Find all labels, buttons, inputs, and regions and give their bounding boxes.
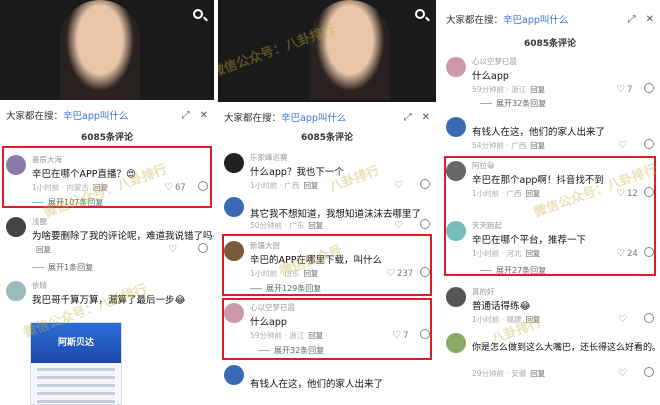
search-icon[interactable]	[192, 8, 208, 24]
comment-user[interactable]: 乐家峰巡赛	[250, 152, 288, 163]
heart-icon: ♡	[616, 84, 625, 95]
suggest-link[interactable]: 辛巴app叫什么	[63, 108, 128, 122]
avatar[interactable]	[6, 281, 26, 301]
screenshot-panel-3: 大家都在搜： 辛巴app叫什么 ⤢ ✕ 6085条评论 心以空梦已晨 什么app…	[440, 0, 660, 405]
comment-meta: 1小时前 · 福建 回复	[472, 315, 541, 324]
screenshot-panel-2: 微信公众号：八卦排行 大家都在搜： 辛巴app叫什么 ⤢ ✕ 6085条评论 乐…	[218, 0, 436, 405]
suggest-prefix: 大家都在搜：	[6, 111, 64, 122]
reply-button[interactable]: 回复	[308, 221, 323, 230]
suggest-link[interactable]: 辛巴app叫什么	[281, 110, 346, 124]
heart-icon: ♡	[168, 244, 177, 255]
highlight-box	[444, 156, 656, 276]
dislike-icon[interactable]	[644, 139, 654, 149]
comment-text: 为啥要删除了我的评论呢，难道我说错了吗😂	[32, 231, 214, 242]
reply-button[interactable]: 回复	[530, 85, 545, 94]
close-icon[interactable]: ✕	[200, 110, 208, 121]
streamer-image	[310, 0, 390, 100]
highlight-box	[222, 234, 432, 296]
search-suggestion-bar[interactable]: 大家都在搜： 辛巴app叫什么 ⤢ ✕	[0, 104, 214, 126]
heart-icon: ♡	[618, 140, 627, 151]
comment-text: 什么app？我也下一个	[250, 167, 344, 178]
comment-user[interactable]: 浅醒	[32, 216, 47, 227]
avatar[interactable]	[446, 333, 466, 353]
image-title: 阿斯贝达	[31, 323, 121, 363]
like-button[interactable]: ♡ 7	[616, 84, 632, 95]
heart-icon: ♡	[394, 220, 403, 231]
close-icon[interactable]: ✕	[422, 112, 430, 123]
dislike-icon[interactable]	[644, 367, 654, 377]
avatar[interactable]	[446, 287, 466, 307]
streamer-image	[60, 0, 140, 100]
comment-text: 普通话得练😂	[472, 301, 531, 312]
close-icon[interactable]: ✕	[646, 14, 654, 25]
comment-text: 其它我不想知道，我想知道沫沫去哪里了	[250, 209, 422, 220]
like-button[interactable]: ♡	[618, 314, 629, 325]
reply-button[interactable]: 回复	[525, 315, 540, 324]
highlight-box	[222, 298, 432, 360]
comment-meta: 29分钟前 · 安徽 回复	[472, 369, 546, 378]
heart-icon: ♡	[618, 314, 627, 325]
like-button[interactable]: ♡	[618, 140, 629, 151]
expand-icon[interactable]: ⤢	[628, 14, 636, 25]
heart-icon: ♡	[394, 180, 403, 191]
reply-button[interactable]: 回复	[36, 245, 51, 254]
search-suggestion-bar[interactable]: 大家都在搜： 辛巴app叫什么 ⤢ ✕	[218, 106, 436, 128]
avatar[interactable]	[224, 365, 244, 385]
dislike-icon[interactable]	[198, 243, 208, 253]
comment-meta: 回复	[32, 244, 51, 255]
comment-text: 有钱人在这，他们的家人出来了	[472, 127, 606, 138]
video-player[interactable]	[0, 0, 214, 100]
avatar[interactable]	[224, 153, 244, 173]
comment-user[interactable]: 真的好	[472, 286, 495, 297]
comment-text: 我巴哥千算万算，漏算了最后一步😂	[32, 295, 186, 306]
comment-user[interactable]: 依晴	[32, 280, 47, 291]
dislike-icon[interactable]	[420, 219, 430, 229]
comment-item: 心以空梦已晨 什么app 59分钟前 · 浙江 回复 ♡ 7	[440, 54, 660, 108]
expand-icon[interactable]: ⤢	[404, 112, 412, 123]
highlight-box	[2, 146, 212, 208]
like-button[interactable]: ♡	[394, 220, 405, 231]
reply-button[interactable]: 回复	[530, 141, 545, 150]
reply-button[interactable]: 回复	[303, 181, 318, 190]
expand-icon[interactable]: ⤢	[182, 110, 190, 121]
like-button[interactable]: ♡	[394, 180, 405, 191]
comment-text: 你是怎么做到这么大嘴巴，还长得这么好看的。😂😂😂	[472, 343, 660, 353]
comment-meta: 59分钟前 · 浙江 回复	[472, 85, 546, 94]
dislike-icon[interactable]	[644, 83, 654, 93]
search-icon[interactable]	[414, 8, 430, 24]
reply-button[interactable]: 回复	[530, 369, 545, 378]
avatar[interactable]	[446, 117, 466, 137]
like-button[interactable]: ♡	[618, 368, 629, 379]
suggest-link[interactable]: 辛巴app叫什么	[503, 12, 568, 26]
avatar[interactable]	[446, 57, 466, 77]
search-suggestion-bar[interactable]: 大家都在搜： 辛巴app叫什么 ⤢ ✕	[440, 8, 660, 30]
dislike-icon[interactable]	[644, 313, 654, 323]
comment-item: 有钱人在这，他们的家人出来了	[218, 362, 436, 405]
comment-item: 浅醒 为啥要删除了我的评论呢，难道我说错了吗😂 回复 ♡	[0, 214, 214, 268]
suggest-prefix: 大家都在搜：	[224, 113, 282, 124]
comment-count: 6085条评论	[80, 133, 134, 143]
comment-meta: 54分钟前 · 广西 回复	[472, 141, 546, 150]
expand-replies[interactable]: 展开32条回复	[480, 98, 546, 109]
avatar[interactable]	[6, 217, 26, 237]
comment-meta: 50分钟前 · 广东 回复	[250, 221, 324, 230]
comment-text: 有钱人在这，他们的家人出来了	[250, 379, 384, 390]
suggest-prefix: 大家都在搜：	[446, 15, 504, 26]
video-player[interactable]: 微信公众号：八卦排行	[218, 0, 436, 102]
comment-item: 你是怎么做到这么大嘴巴，还长得这么好看的。😂😂😂 29分钟前 · 安徽回复 ♡	[440, 330, 660, 384]
like-button[interactable]: ♡	[168, 244, 179, 255]
screenshot-panel-1: 大家都在搜： 辛巴app叫什么 ⤢ ✕ 6085条评论 晏辰大海 辛巴在哪个AP…	[0, 0, 214, 405]
comment-meta: 1小时前 · 广西 回复	[250, 181, 319, 190]
expand-replies[interactable]: 展开1条回复	[32, 262, 93, 273]
heart-icon: ♡	[618, 368, 627, 379]
comment-user[interactable]: 心以空梦已晨	[472, 56, 517, 67]
dislike-icon[interactable]	[420, 179, 430, 189]
comment-text: 什么app	[472, 71, 509, 82]
comment-count: 6085条评论	[523, 39, 577, 49]
avatar[interactable]	[224, 197, 244, 217]
comment-image[interactable]: 阿斯贝达	[30, 322, 122, 405]
comment-count: 6085条评论	[300, 133, 354, 143]
